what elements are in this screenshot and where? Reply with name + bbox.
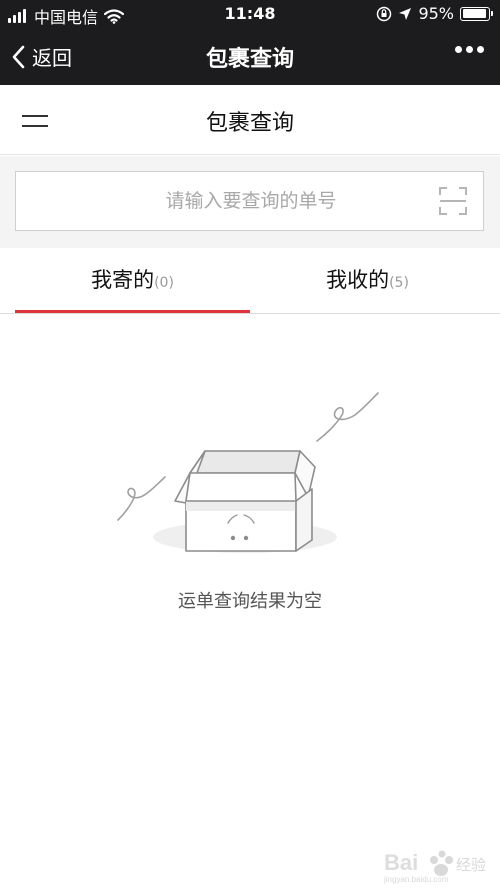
active-tab-indicator	[15, 310, 250, 313]
search-area	[0, 156, 500, 248]
svg-text:Bai: Bai	[384, 850, 418, 875]
battery-percent: 95%	[418, 4, 454, 23]
status-bar: 中国电信 11:48 95%	[0, 0, 500, 28]
tracking-number-input[interactable]	[16, 172, 426, 230]
empty-box-icon	[117, 392, 379, 553]
svg-text:jingyan.baidu.com: jingyan.baidu.com	[383, 875, 449, 884]
page-title: 包裹查询	[205, 111, 294, 136]
empty-state-message: 运单查询结果为空	[178, 591, 322, 612]
rotation-lock-icon	[377, 6, 392, 21]
location-icon	[399, 7, 412, 20]
tab-sent-label: 我寄的	[91, 268, 155, 292]
more-icon	[455, 46, 462, 53]
more-button[interactable]	[455, 46, 484, 53]
tabs: 我寄的(0) 我收的(5)	[0, 248, 500, 314]
tab-received[interactable]: 我收的(5)	[250, 248, 485, 314]
baidu-watermark-logo: Bai 经验 jingyan.baidu.com	[383, 850, 486, 884]
search-box	[15, 171, 484, 231]
nav-title: 包裹查询	[205, 47, 294, 72]
tab-sent[interactable]: 我寄的(0)	[15, 248, 250, 314]
tab-received-count: (5)	[389, 275, 409, 291]
tab-received-label: 我收的	[326, 268, 390, 292]
svg-text:经验: 经验	[456, 856, 486, 874]
sub-header: 包裹查询	[0, 85, 500, 155]
nav-bar: 返回 包裹查询	[0, 28, 500, 85]
battery-icon	[460, 6, 493, 21]
scan-icon[interactable]	[439, 187, 467, 215]
tab-sent-count: (0)	[154, 275, 174, 291]
